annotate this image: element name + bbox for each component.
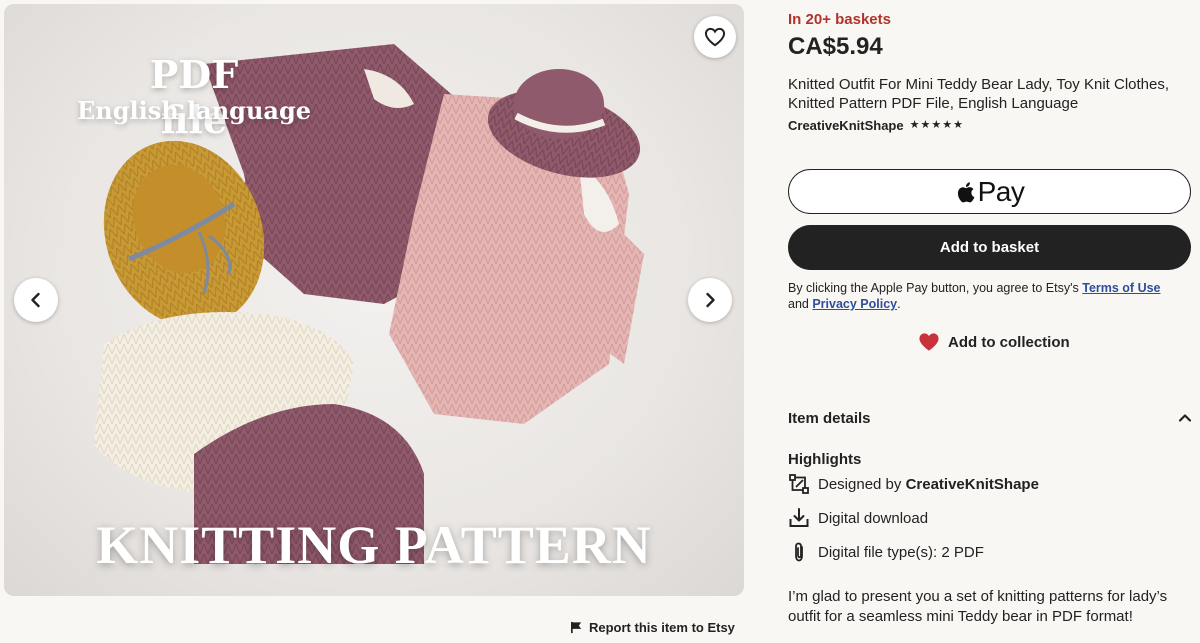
star-icon: ★ xyxy=(953,119,963,131)
item-description: I’m glad to present you a set of knittin… xyxy=(788,588,1168,625)
chevron-left-icon xyxy=(31,292,40,308)
download-icon xyxy=(788,507,810,529)
chevron-up-icon xyxy=(1178,414,1192,422)
apple-pay-label: Pay xyxy=(977,175,1025,207)
highlight-digital-download: Digital download xyxy=(788,507,928,529)
highlight-designed-by: Designed by CreativeKnitShape xyxy=(788,473,1039,495)
price: CA$5.94 xyxy=(788,33,883,60)
designed-by-shop-link[interactable]: CreativeKnitShape xyxy=(906,476,1039,493)
item-details-toggle[interactable]: Item details xyxy=(788,405,1192,431)
legal-suffix: . xyxy=(897,297,901,311)
legal-middle: and xyxy=(788,297,813,311)
terms-of-use-link[interactable]: Terms of Use xyxy=(1082,281,1160,295)
knitted-outfit-photo xyxy=(94,44,644,564)
star-icon: ★ xyxy=(942,119,953,131)
product-image-gallery[interactable]: PDF file English language KNITTING PATTE… xyxy=(4,4,744,596)
report-item-label: Report this item to Etsy xyxy=(589,620,735,635)
report-item-link[interactable]: Report this item to Etsy xyxy=(570,620,735,635)
apple-pay-legal-text: By clicking the Apple Pay button, you ag… xyxy=(788,280,1192,312)
file-types-label: Digital file type(s): 2 PDF xyxy=(818,543,984,561)
add-to-collection-button[interactable]: Add to collection xyxy=(918,332,1070,352)
heart-outline-icon xyxy=(704,27,726,47)
add-to-basket-button[interactable]: Add to basket xyxy=(788,225,1191,270)
highlight-file-types: Digital file type(s): 2 PDF xyxy=(788,541,984,563)
apple-pay-button[interactable]: Pay xyxy=(788,169,1191,214)
apple-logo-icon xyxy=(957,181,975,202)
image-overlay-subtitle: English language xyxy=(76,96,312,125)
flag-icon xyxy=(571,621,582,634)
heart-filled-icon xyxy=(919,333,939,351)
shop-row: CreativeKnitShape ★ ★ ★ ★ ★ xyxy=(788,118,963,133)
chevron-right-icon xyxy=(706,292,715,308)
designer-tool-icon xyxy=(788,473,810,495)
digital-download-label: Digital download xyxy=(818,509,929,527)
add-to-collection-label: Add to collection xyxy=(948,333,1070,351)
designed-by-prefix: Designed by xyxy=(818,475,906,493)
highlights-heading: Highlights xyxy=(788,451,862,468)
baskets-badge: In 20+ baskets xyxy=(788,11,891,28)
privacy-policy-link[interactable]: Privacy Policy xyxy=(812,297,897,311)
rating-stars: ★ ★ ★ ★ ★ xyxy=(910,120,963,131)
shop-name-link[interactable]: CreativeKnitShape xyxy=(788,118,904,133)
star-icon: ★ xyxy=(909,119,920,131)
item-details-label: Item details xyxy=(788,409,871,427)
previous-image-button[interactable] xyxy=(14,278,58,322)
image-overlay-caption: KNITTING PATTERN xyxy=(96,515,652,575)
listing-title: Knitted Outfit For Mini Teddy Bear Lady,… xyxy=(788,76,1170,112)
paperclip-icon xyxy=(788,541,810,563)
favorite-button[interactable] xyxy=(694,16,736,58)
star-icon: ★ xyxy=(931,119,942,131)
star-icon: ★ xyxy=(920,119,931,131)
next-image-button[interactable] xyxy=(688,278,732,322)
legal-prefix: By clicking the Apple Pay button, you ag… xyxy=(788,281,1083,295)
